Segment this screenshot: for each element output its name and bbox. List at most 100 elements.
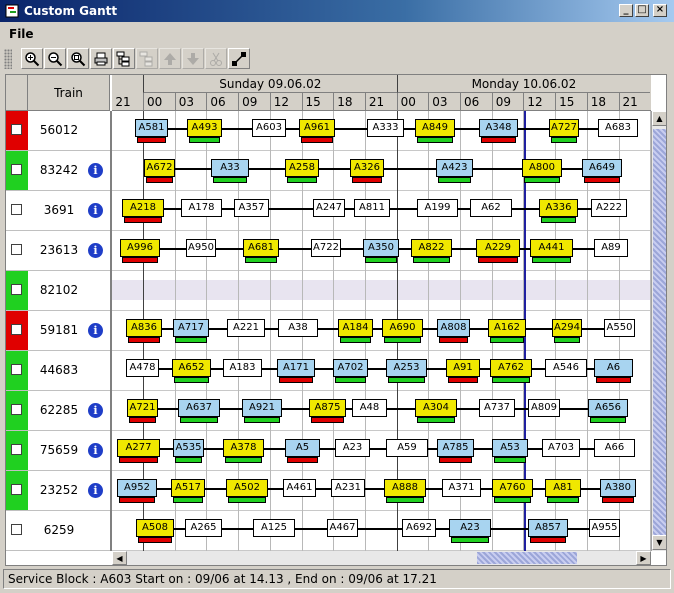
service-block[interactable]: A171 <box>277 359 315 377</box>
zoom-out-button[interactable] <box>44 48 66 69</box>
service-block[interactable]: A656 <box>588 399 628 417</box>
service-block[interactable]: A478 <box>126 359 159 377</box>
service-block[interactable]: A38 <box>278 319 318 337</box>
service-block[interactable]: A822 <box>411 239 452 257</box>
service-block[interactable]: A218 <box>122 199 164 217</box>
zoom-in-button[interactable] <box>21 48 43 69</box>
service-block[interactable]: A253 <box>386 359 427 377</box>
service-block[interactable]: A258 <box>285 159 319 177</box>
info-icon[interactable]: i <box>88 163 103 178</box>
row-checkbox[interactable] <box>11 324 22 335</box>
service-block[interactable]: A857 <box>528 519 568 537</box>
info-icon[interactable]: i <box>88 203 103 218</box>
row-checkbox[interactable] <box>11 164 22 175</box>
info-icon[interactable]: i <box>88 323 103 338</box>
service-block[interactable]: A33 <box>211 159 249 177</box>
service-block[interactable]: A247 <box>313 199 345 217</box>
service-block[interactable]: A836 <box>126 319 162 337</box>
cut-button[interactable] <box>205 48 227 69</box>
maximize-button[interactable]: □ <box>635 4 649 17</box>
service-block[interactable]: A199 <box>417 199 458 217</box>
service-block[interactable]: A231 <box>331 479 365 497</box>
service-block[interactable]: A703 <box>542 439 580 457</box>
service-block[interactable]: A961 <box>299 119 335 137</box>
service-block[interactable]: A702 <box>333 359 368 377</box>
service-block[interactable]: A222 <box>591 199 627 217</box>
service-block[interactable]: A921 <box>242 399 282 417</box>
service-block[interactable]: A692 <box>402 519 436 537</box>
vertical-scrollbar[interactable]: ▲ ▼ <box>651 111 666 551</box>
service-block[interactable]: A125 <box>253 519 295 537</box>
scroll-up-arrow-icon[interactable]: ▲ <box>652 111 666 126</box>
info-icon[interactable]: i <box>88 483 103 498</box>
service-block[interactable]: A849 <box>415 119 455 137</box>
minimize-button[interactable]: _ <box>619 4 633 17</box>
gantt-chart-area[interactable]: A581 A493 A603 A961 A333 A849 A348 A727 A683 A672… <box>112 111 651 551</box>
service-block[interactable]: A683 <box>598 119 638 137</box>
service-block[interactable]: A221 <box>227 319 265 337</box>
service-block[interactable]: A760 <box>492 479 533 497</box>
service-block[interactable]: A875 <box>309 399 346 417</box>
service-block[interactable]: A23 <box>449 519 491 537</box>
service-block[interactable]: A493 <box>187 119 222 137</box>
service-block[interactable]: A603 <box>252 119 286 137</box>
hierarchy-disabled-button[interactable] <box>136 48 158 69</box>
service-block[interactable]: A162 <box>488 319 526 337</box>
service-block[interactable]: A461 <box>283 479 316 497</box>
close-button[interactable]: × <box>653 4 667 17</box>
service-block[interactable]: A371 <box>442 479 481 497</box>
service-block[interactable]: A727 <box>549 119 579 137</box>
service-block[interactable]: A800 <box>522 159 562 177</box>
service-block[interactable]: A517 <box>171 479 205 497</box>
service-block[interactable]: A811 <box>354 199 390 217</box>
service-block[interactable]: A350 <box>363 239 399 257</box>
service-block[interactable]: A229 <box>476 239 520 257</box>
service-block[interactable]: A672 <box>144 159 175 177</box>
service-block[interactable]: A326 <box>350 159 384 177</box>
row-checkbox[interactable] <box>11 364 22 375</box>
train-row[interactable]: 23613 i <box>6 231 110 271</box>
row-checkbox[interactable] <box>11 524 22 535</box>
header-train[interactable]: Train <box>28 75 110 111</box>
service-block[interactable]: A581 <box>135 119 168 137</box>
service-block[interactable]: A467 <box>327 519 358 537</box>
row-checkbox[interactable] <box>11 444 22 455</box>
service-block[interactable]: A184 <box>338 319 373 337</box>
service-block[interactable]: A652 <box>172 359 211 377</box>
train-row[interactable]: 56012 <box>6 111 110 151</box>
service-block[interactable]: A808 <box>437 319 470 337</box>
train-row[interactable]: 44683 <box>6 351 110 391</box>
service-block[interactable]: A717 <box>173 319 209 337</box>
service-block[interactable]: A535 <box>173 439 204 457</box>
connect-button[interactable] <box>228 48 250 69</box>
service-block[interactable]: A48 <box>352 399 387 417</box>
service-block[interactable]: A441 <box>530 239 573 257</box>
service-block[interactable]: A91 <box>446 359 480 377</box>
service-block[interactable]: A722 <box>311 239 341 257</box>
zoom-fit-button[interactable] <box>67 48 89 69</box>
train-row[interactable]: 59181 i <box>6 311 110 351</box>
service-block[interactable]: A357 <box>234 199 269 217</box>
toolbar-grip[interactable] <box>4 49 12 69</box>
service-block[interactable]: A809 <box>528 399 560 417</box>
scroll-right-arrow-icon[interactable]: ▶ <box>636 551 651 565</box>
service-block[interactable]: A294 <box>552 319 582 337</box>
horizontal-scrollbar[interactable]: ◀ ▶ <box>112 551 651 565</box>
service-block[interactable]: A304 <box>415 399 457 417</box>
row-checkbox[interactable] <box>11 124 22 135</box>
service-block[interactable]: A378 <box>223 439 264 457</box>
service-block[interactable]: A348 <box>479 119 518 137</box>
service-block[interactable]: A5 <box>285 439 320 457</box>
service-block[interactable]: A721 <box>127 399 158 417</box>
service-block[interactable]: A23 <box>335 439 370 457</box>
service-block[interactable]: A178 <box>181 199 222 217</box>
menu-file[interactable]: File <box>9 27 34 41</box>
train-row[interactable]: 82102 <box>6 271 110 311</box>
service-block[interactable]: A546 <box>545 359 587 377</box>
service-block[interactable]: A89 <box>594 239 628 257</box>
train-row[interactable]: 83242 i <box>6 151 110 191</box>
service-block[interactable]: A950 <box>186 239 216 257</box>
service-block[interactable]: A637 <box>178 399 220 417</box>
service-block[interactable]: A649 <box>582 159 622 177</box>
service-block[interactable]: A336 <box>539 199 578 217</box>
